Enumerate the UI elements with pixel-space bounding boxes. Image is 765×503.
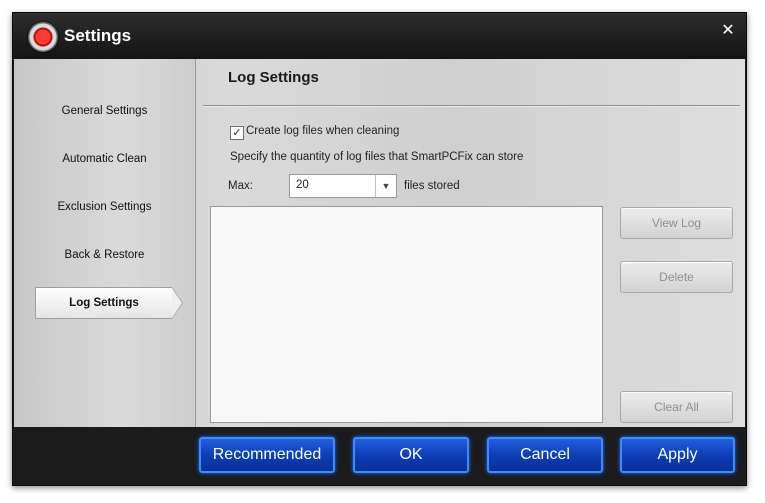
sidebar-item-general-settings[interactable]: General Settings (14, 105, 195, 117)
settings-body: General Settings Automatic Clean Exclusi… (14, 59, 745, 427)
settings-window: Settings ✕ General Settings Automatic Cl… (12, 12, 747, 486)
sidebar-item-automatic-clean[interactable]: Automatic Clean (14, 153, 195, 165)
cancel-button[interactable]: Cancel (487, 437, 603, 473)
max-log-files-select[interactable]: 20 ▼ (289, 174, 397, 198)
page-title: Log Settings (228, 69, 319, 86)
create-log-files-label: Create log files when cleaning (246, 125, 400, 137)
files-stored-label: files stored (404, 180, 460, 192)
ok-button[interactable]: OK (353, 437, 469, 473)
sidebar-item-log-settings[interactable]: Log Settings (35, 287, 183, 319)
footer-bar: Recommended OK Cancel Apply (14, 427, 745, 484)
apply-button[interactable]: Apply (620, 437, 735, 473)
clear-all-button[interactable]: Clear All (620, 391, 733, 423)
sidebar: General Settings Automatic Clean Exclusi… (14, 59, 196, 427)
delete-button[interactable]: Delete (620, 261, 733, 293)
max-log-files-value: 20 (296, 179, 309, 191)
view-log-button[interactable]: View Log (620, 207, 733, 239)
log-file-list[interactable] (210, 206, 603, 423)
app-logo-icon (28, 22, 58, 52)
recommended-button[interactable]: Recommended (199, 437, 335, 473)
window-title: Settings (64, 26, 132, 45)
max-label: Max: (228, 180, 253, 192)
chevron-down-icon[interactable]: ▼ (375, 175, 396, 197)
log-quantity-description: Specify the quantity of log files that S… (230, 151, 524, 163)
title-bar[interactable]: Settings ✕ (13, 13, 746, 59)
close-icon[interactable]: ✕ (718, 21, 738, 41)
sidebar-item-exclusion-settings[interactable]: Exclusion Settings (14, 201, 195, 213)
header-divider (203, 105, 740, 106)
create-log-files-checkbox[interactable]: ✓ (230, 126, 244, 140)
sidebar-item-back-restore[interactable]: Back & Restore (14, 249, 195, 261)
